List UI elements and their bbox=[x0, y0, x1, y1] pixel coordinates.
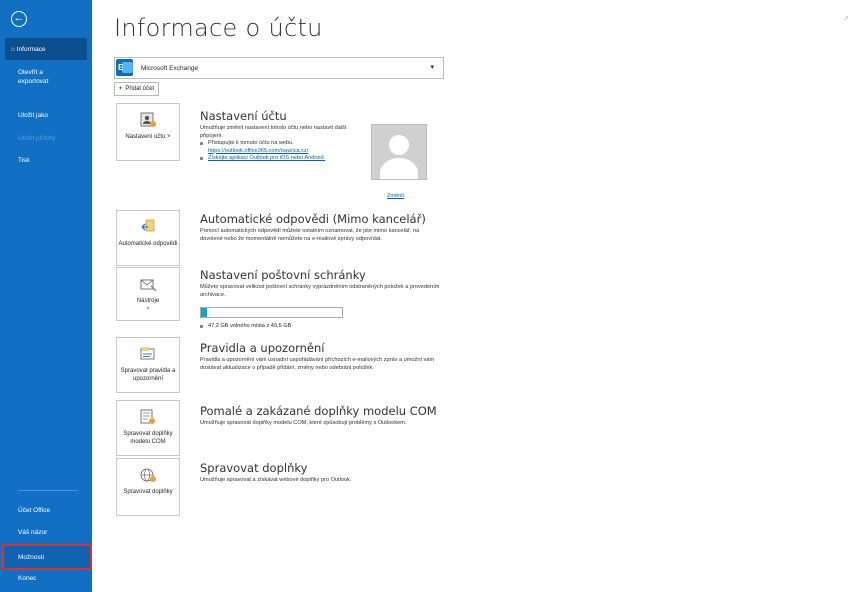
storage-progress-fill bbox=[201, 308, 208, 317]
automatic-replies-button[interactable]: Automatické odpovědi bbox=[116, 210, 180, 266]
main-content: Informace o účtu E Microsoft Exchange ▾ … bbox=[92, 0, 849, 592]
home-icon: ⌂ bbox=[11, 46, 15, 53]
automatic-replies-icon bbox=[141, 219, 155, 232]
account-selector[interactable]: E Microsoft Exchange ▾ bbox=[114, 57, 444, 79]
nav-informace[interactable]: ⌂ Informace bbox=[5, 38, 87, 60]
nav-konec[interactable]: Konec bbox=[0, 574, 92, 583]
nav-moznosti[interactable]: Možnosti bbox=[2, 544, 92, 570]
window-edge-icon: ↗ bbox=[842, 14, 849, 23]
web-addins-icon bbox=[140, 468, 156, 482]
plus-icon: + bbox=[118, 86, 123, 92]
nav-ucet-office[interactable]: Účet Office bbox=[0, 506, 92, 515]
rules-alerts-title: Pravidla a upozornění bbox=[200, 341, 325, 355]
manage-rules-button[interactable]: Spravovat pravidla a upozornění bbox=[116, 337, 180, 393]
storage-label: 47,2 GB volného místa z 49,5 GB bbox=[200, 323, 291, 329]
mailbox-settings-desc: Můžete spravovat velikost poštovní schrá… bbox=[200, 284, 440, 298]
web-access-text: Přistupujte k tomuto účtu na webu. bbox=[200, 140, 365, 148]
com-addins-desc: Umožňuje spravovat doplňky modelu COM, k… bbox=[200, 420, 407, 426]
com-addins-title: Pomalé a zakázané doplňky modelu COM bbox=[200, 404, 437, 418]
manage-addins-desc: Umožňuje spravovat a získávat webové dop… bbox=[200, 477, 352, 483]
manage-addins-button[interactable]: Spravovat doplňky bbox=[116, 458, 180, 516]
nav-otevrit-exportovat[interactable]: Otevřít a exportovat bbox=[0, 68, 70, 86]
mailbox-settings-title: Nastavení poštovní schránky bbox=[200, 268, 366, 282]
rules-alerts-icon bbox=[140, 347, 155, 360]
dropdown-arrow-icon: ˅ bbox=[146, 306, 150, 312]
account-settings-title: Nastavení účtu bbox=[200, 109, 287, 123]
change-photo-link[interactable]: Změnit bbox=[387, 193, 404, 199]
back-arrow-icon[interactable]: ← bbox=[11, 11, 27, 27]
nav-ulozit-prilohy: Uložit přílohy bbox=[18, 135, 56, 142]
sidebar-divider bbox=[18, 490, 78, 491]
tools-button[interactable]: Nástroje ˅ bbox=[116, 267, 180, 321]
account-name: Microsoft Exchange bbox=[141, 65, 199, 72]
add-account-button[interactable]: + Přidat účet bbox=[114, 82, 159, 96]
manage-com-addins-button[interactable]: Spravovat doplňky modelu COM bbox=[116, 400, 180, 456]
rules-alerts-desc: Pravidla a upozornění vám usnadní uspořá… bbox=[200, 357, 435, 371]
manage-addins-title: Spravovat doplňky bbox=[200, 461, 308, 475]
mobile-app-link[interactable]: Získejte aplikaci Outlook pro iOS nebo A… bbox=[208, 155, 325, 161]
automatic-replies-title: Automatické odpovědi (Mimo kancelář) bbox=[200, 212, 426, 226]
owa-link[interactable]: https://outlook.office365.com/owa/ica.cz… bbox=[208, 148, 308, 154]
account-settings-desc: Umožňuje změnit nastavení tohoto účtu ne… bbox=[200, 125, 365, 163]
mailbox-cleanup-icon bbox=[140, 279, 157, 292]
account-settings-button[interactable]: Nastavení účtu ˅ bbox=[116, 103, 180, 161]
page-title: Informace o účtu bbox=[114, 14, 323, 42]
account-settings-icon bbox=[140, 112, 156, 127]
nav-ulozit-jako[interactable]: Uložit jako bbox=[0, 111, 92, 120]
com-addins-icon bbox=[140, 409, 155, 424]
avatar bbox=[371, 124, 427, 180]
automatic-replies-desc: Pomocí automatických odpovědí můžete ost… bbox=[200, 228, 420, 242]
nav-tisk[interactable]: Tisk bbox=[0, 156, 92, 165]
exchange-icon: E bbox=[116, 59, 133, 76]
backstage-sidebar: ← ⌂ Informace Otevřít a exportovat Uloži… bbox=[0, 0, 92, 592]
chevron-down-icon: ▾ bbox=[430, 64, 434, 71]
storage-progress-bar bbox=[200, 307, 343, 318]
nav-vas-nazor[interactable]: Váš názor bbox=[0, 528, 92, 537]
